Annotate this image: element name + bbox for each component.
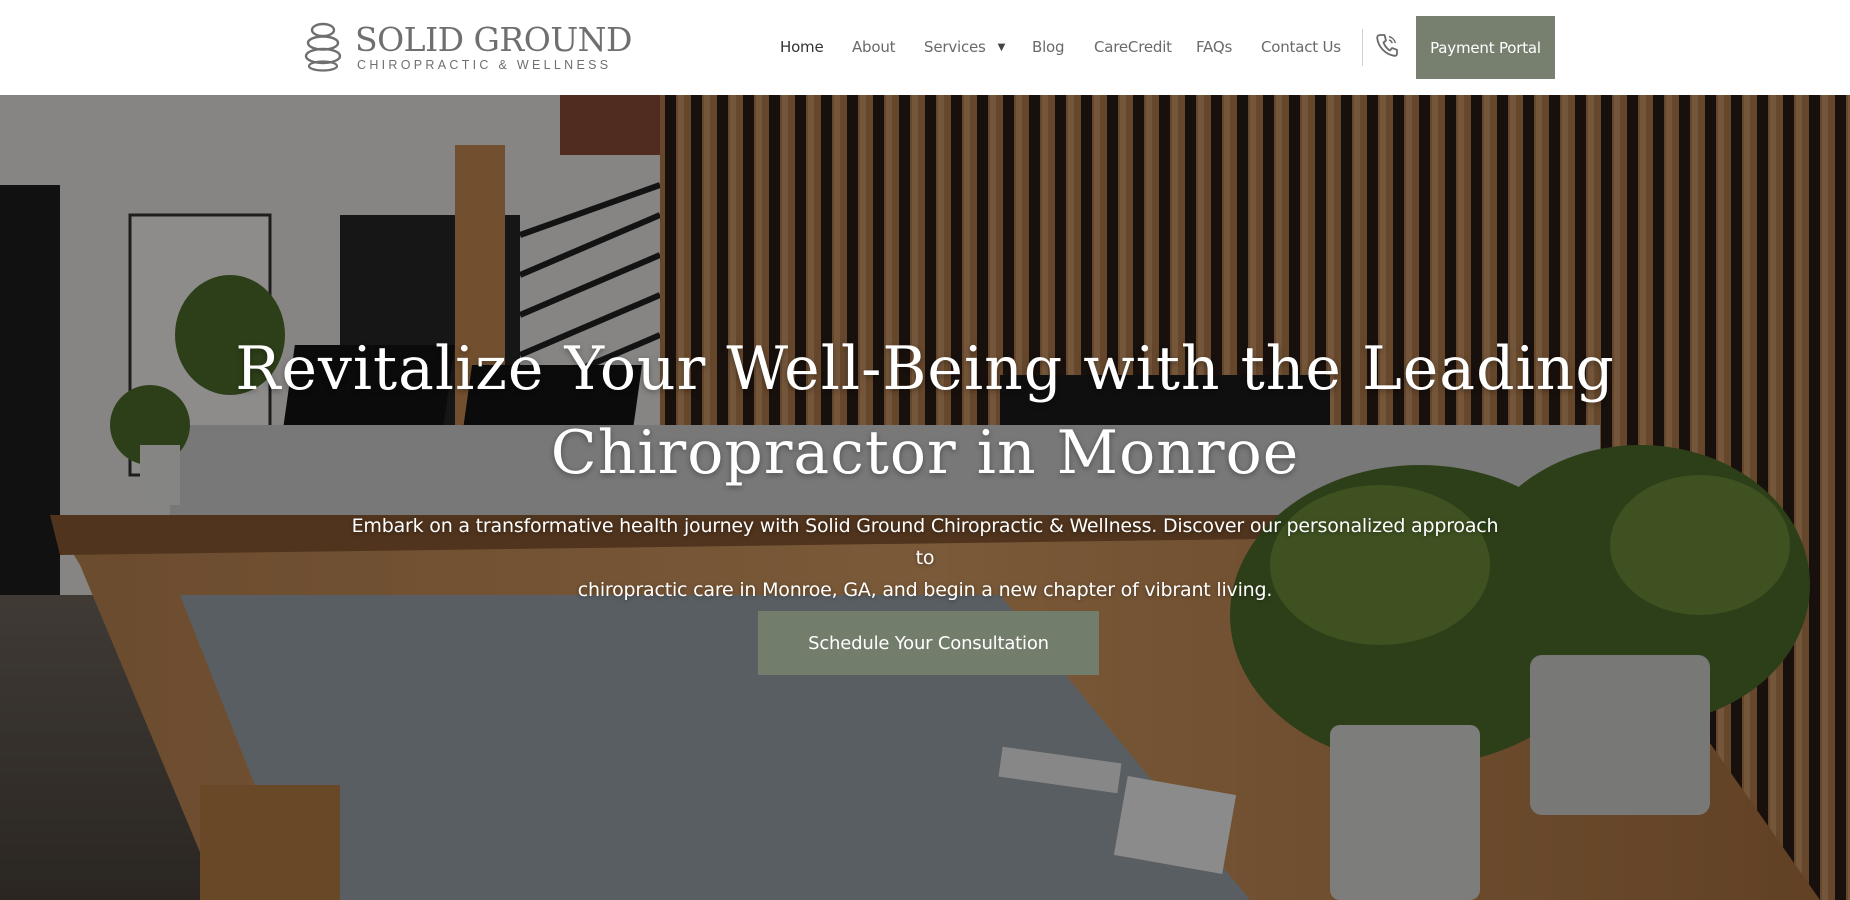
site-header: SOLID GROUND CHIROPRACTIC & WELLNESS Hom… <box>0 0 1850 95</box>
nav-about[interactable]: About <box>852 38 896 56</box>
hero-overlay <box>0 95 1850 900</box>
nav-divider <box>1362 29 1363 66</box>
nav-services-label: Services <box>924 38 986 56</box>
schedule-consultation-button[interactable]: Schedule Your Consultation <box>758 611 1099 675</box>
hero-title: Revitalize Your Well-Being with the Lead… <box>200 327 1650 495</box>
nav-home[interactable]: Home <box>780 38 824 56</box>
nav-blog[interactable]: Blog <box>1032 38 1065 56</box>
nav-faqs[interactable]: FAQs <box>1196 38 1232 56</box>
nav-contact[interactable]: Contact Us <box>1261 38 1341 56</box>
nav-carecredit[interactable]: CareCredit <box>1094 38 1172 56</box>
hero-section: Revitalize Your Well-Being with the Lead… <box>0 95 1850 900</box>
hero-description: Embark on a transformative health journe… <box>350 510 1500 606</box>
hero-description-line-2: chiropractic care in Monroe, GA, and beg… <box>577 579 1273 601</box>
nav-services[interactable]: Services ▼ <box>924 38 1005 56</box>
phone-icon[interactable] <box>1375 33 1399 59</box>
hero-title-line-2: Chiropractor in Monroe <box>550 418 1300 488</box>
payment-portal-button[interactable]: Payment Portal <box>1416 16 1555 79</box>
hero-description-line-1: Embark on a transformative health journe… <box>351 515 1499 569</box>
main-nav: Home About Services ▼ Blog CareCredit FAQ… <box>0 0 1850 95</box>
hero-title-line-1: Revitalize Your Well-Being with the Lead… <box>235 334 1615 404</box>
caret-down-icon: ▼ <box>997 42 1006 53</box>
